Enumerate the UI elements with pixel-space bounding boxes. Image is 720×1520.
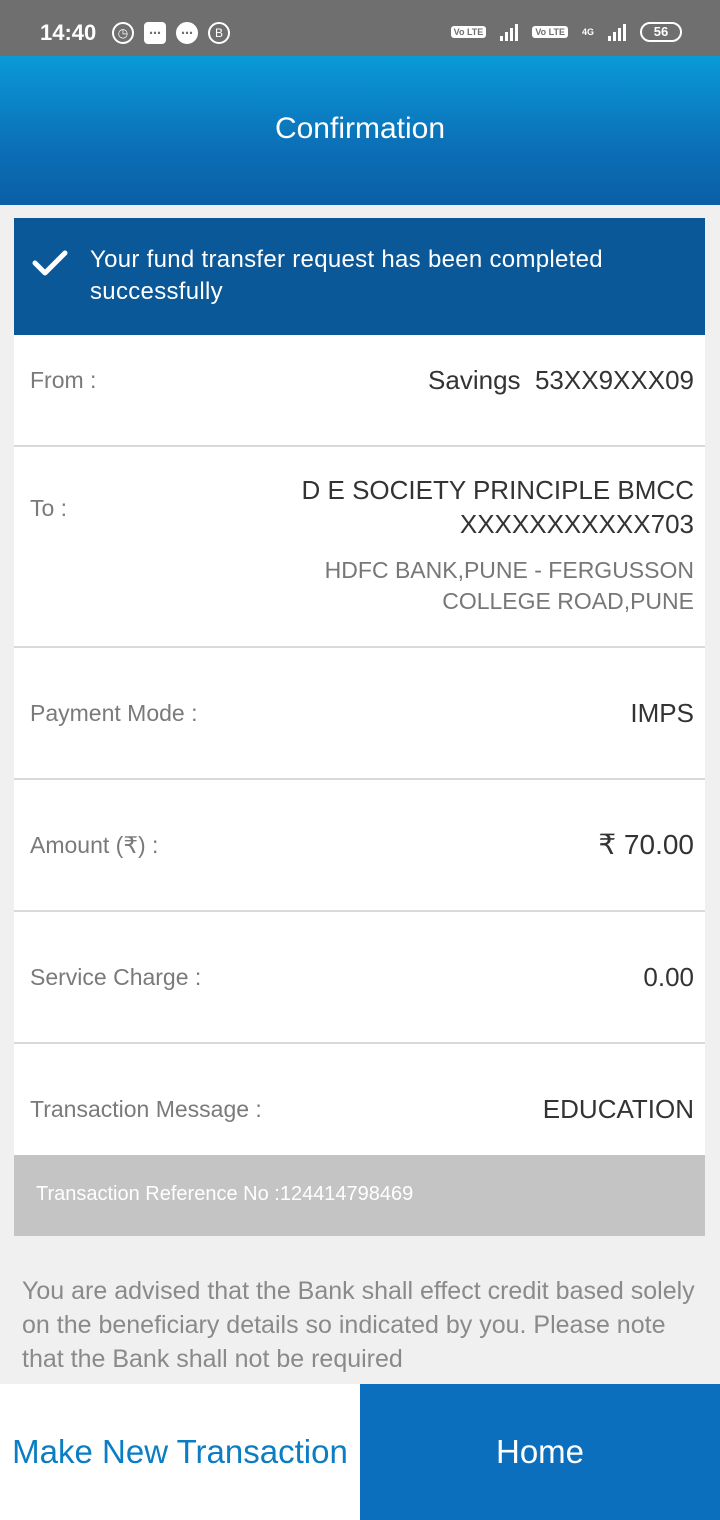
success-message: Your fund transfer request has been comp… [90, 246, 603, 305]
system-icons: Vo LTE Vo LTE 4G 56 [450, 22, 682, 42]
status-bar: 14:40 ◷ ⋯ ⋯ B Vo LTE Vo LTE 4G 56 [0, 0, 720, 56]
notification-icons: ◷ ⋯ ⋯ B [112, 22, 230, 44]
page-title: Confirmation [274, 112, 446, 145]
transaction-message-row: Transaction Message : EDUCATION [14, 1044, 705, 1155]
to-label: To : [30, 495, 68, 521]
disclaimer-text: You are advised that the Bank shall effe… [22, 1277, 695, 1373]
to-account: XXXXXXXXXXX703 [459, 509, 694, 539]
message-icon: ⋯ [144, 22, 166, 44]
status-time: 14:40 [40, 20, 97, 45]
transaction-reference: Transaction Reference No :124414798469 [36, 1183, 414, 1205]
payment-mode-value: IMPS [630, 698, 694, 728]
amount-label: Amount (₹) : [30, 832, 159, 858]
amount-row: Amount (₹) : ₹ 70.00 [14, 780, 705, 912]
signal-icon [500, 23, 519, 41]
volte-icon-2: Vo LTE [532, 26, 568, 38]
alarm-icon: ◷ [112, 22, 134, 44]
to-bank-line1: HDFC BANK,PUNE - FERGUSSON [324, 557, 694, 583]
service-charge-row: Service Charge : 0.00 [14, 912, 705, 1044]
transaction-details: From : Savings 53XX9XXX09 To : D E SOCIE… [14, 335, 705, 1155]
amount-value: ₹ 70.00 [598, 829, 694, 860]
transaction-message-value: EDUCATION [542, 1094, 694, 1124]
service-charge-label: Service Charge : [30, 964, 202, 990]
to-name: D E SOCIETY PRINCIPLE BMCC [301, 475, 695, 505]
signal-icon-2 [608, 23, 626, 41]
to-row: To : D E SOCIETY PRINCIPLE BMCC XXXXXXXX… [14, 447, 705, 648]
payment-mode-row: Payment Mode : IMPS [14, 648, 705, 780]
service-charge-value: 0.00 [643, 962, 694, 992]
make-new-transaction-button[interactable]: Make New Transaction [0, 1384, 360, 1520]
checkmark-icon [32, 250, 68, 276]
network-type: 4G [581, 27, 594, 37]
from-row: From : Savings 53XX9XXX09 [14, 335, 705, 447]
transaction-message-label: Transaction Message : [30, 1096, 262, 1122]
from-value: Savings 53XX9XXX09 [428, 365, 694, 395]
payment-mode-label: Payment Mode : [30, 700, 198, 726]
app-header: Confirmation [0, 56, 720, 205]
volte-icon: Vo LTE [450, 26, 487, 38]
b-app-icon: B [208, 22, 230, 44]
to-bank-line2: COLLEGE ROAD,PUNE [442, 588, 694, 614]
battery-icon: 56 [640, 22, 682, 42]
success-banner: Your fund transfer request has been comp… [14, 218, 705, 335]
home-button[interactable]: Home [360, 1384, 720, 1520]
from-label: From : [30, 367, 97, 393]
chat-icon: ⋯ [176, 22, 198, 44]
reference-bar: Transaction Reference No :124414798469 [14, 1155, 705, 1236]
